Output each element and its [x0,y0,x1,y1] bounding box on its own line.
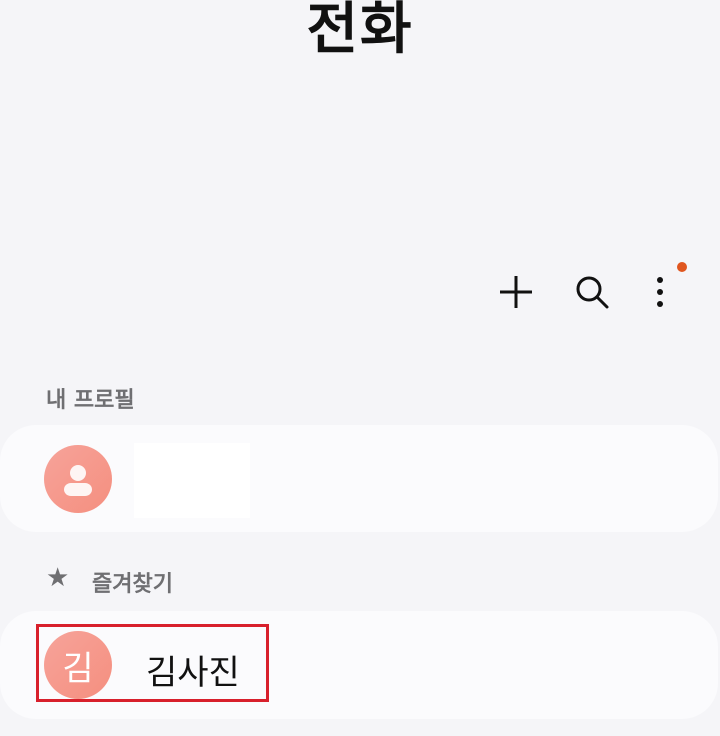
page-title: 전화 [306,0,414,62]
selection-highlight [36,624,269,702]
star-icon: ★ [46,563,70,593]
my-profile-section-label: 내 프로필 [46,388,135,413]
plus-icon [500,276,532,308]
profile-avatar[interactable] [44,445,112,513]
person-icon [64,465,92,496]
notification-dot [677,262,687,272]
add-button[interactable] [486,262,546,322]
search-icon [576,276,609,309]
search-button[interactable] [562,262,622,322]
more-vert-icon [657,277,663,307]
toolbar [480,262,700,322]
profile-name-placeholder [134,443,250,518]
favorites-section-label: 즐겨찾기 [92,572,173,597]
